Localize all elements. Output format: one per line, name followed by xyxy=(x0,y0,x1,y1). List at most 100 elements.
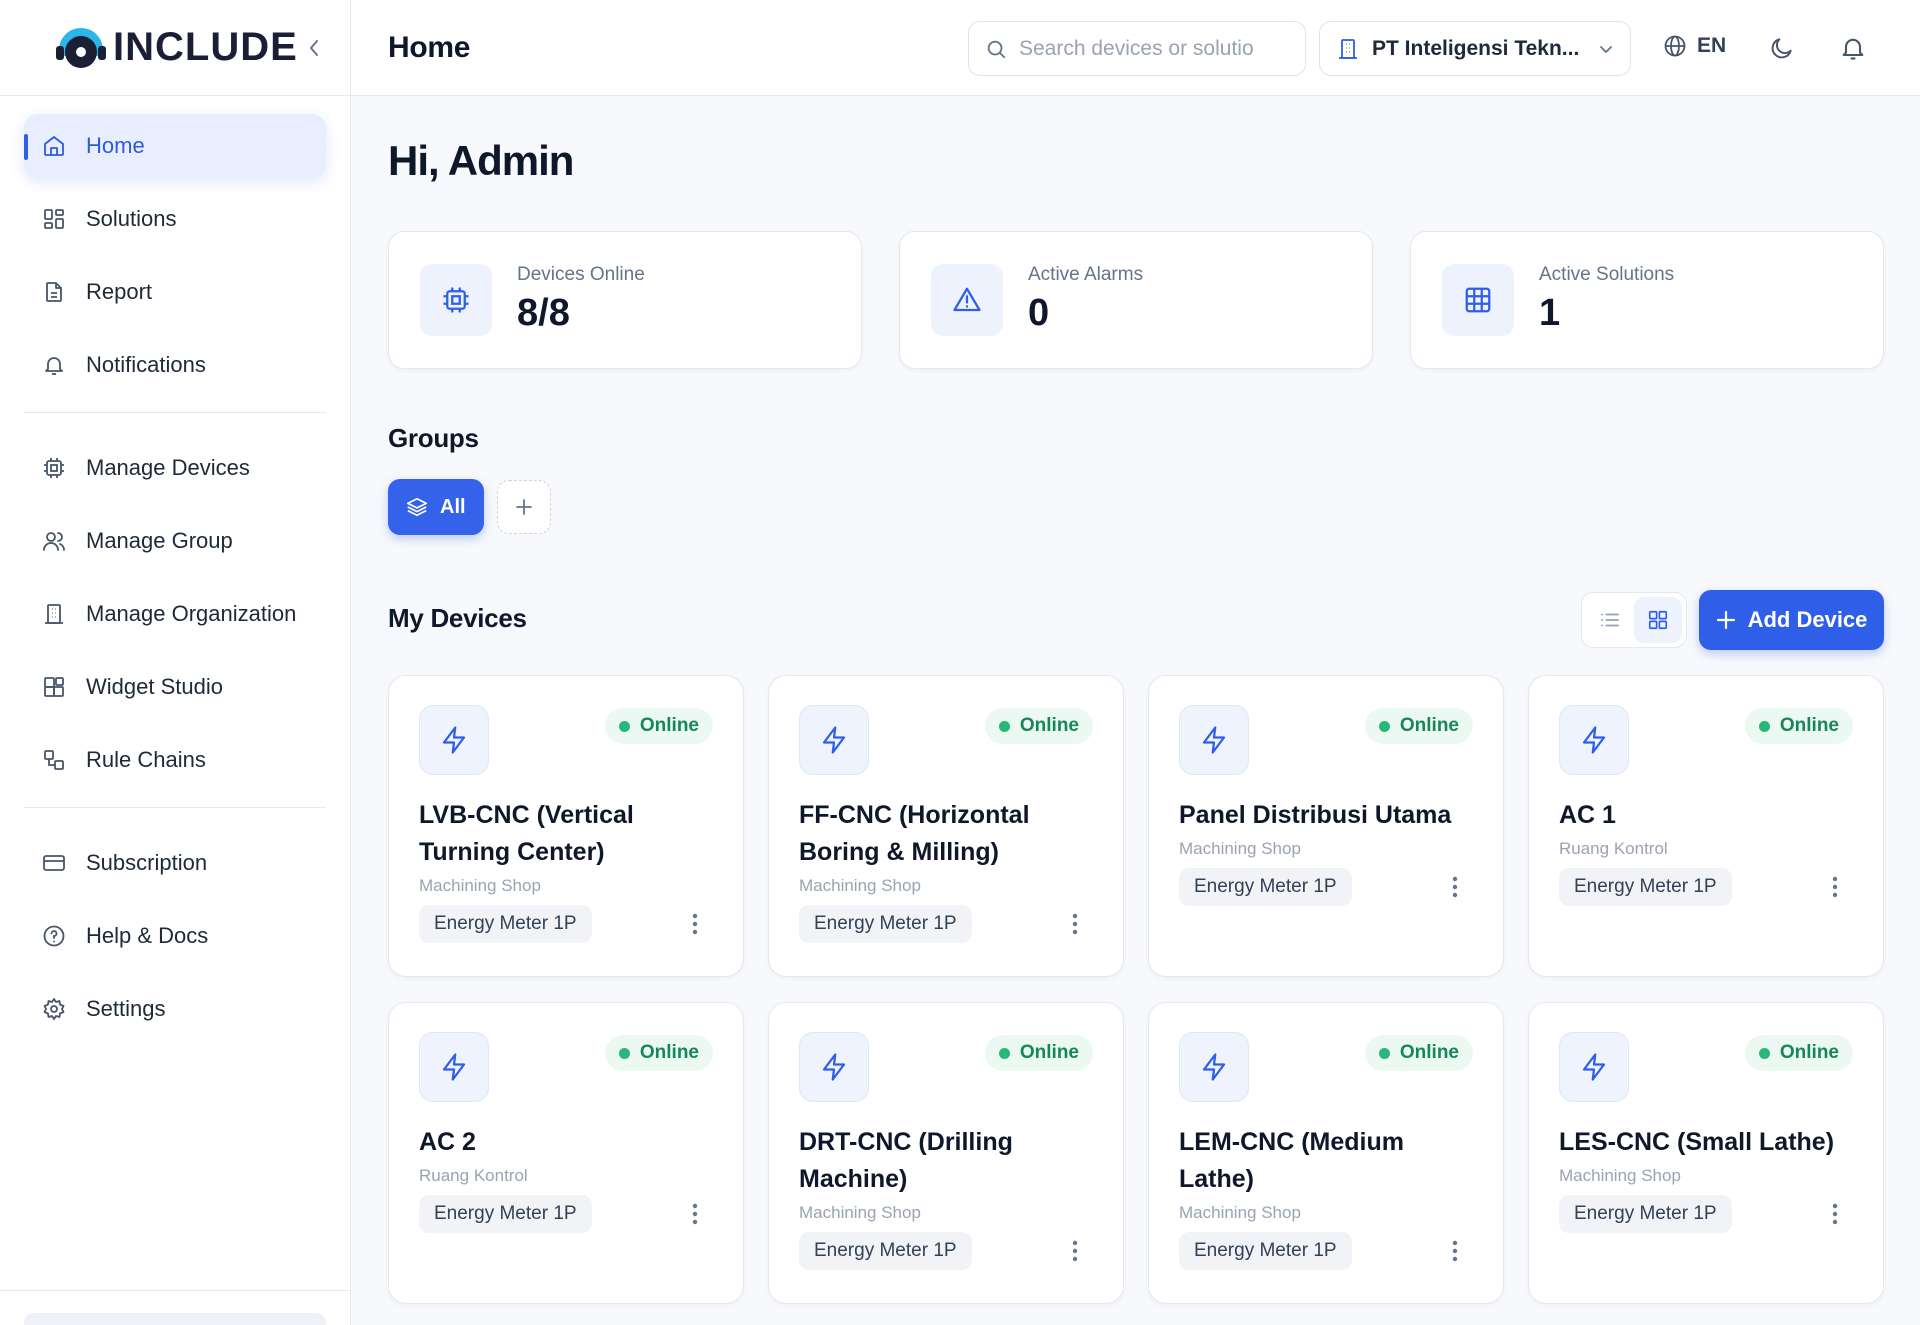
stat-icon xyxy=(931,264,1003,336)
language-label: EN xyxy=(1697,34,1727,57)
list-view-button[interactable] xyxy=(1586,597,1634,643)
sidebar-item-label: Home xyxy=(86,133,145,158)
stat-value: 1 xyxy=(1539,292,1561,334)
add-group-button[interactable] xyxy=(497,480,551,534)
sidebar-item-rule-chains[interactable]: Rule Chains xyxy=(24,728,326,792)
sidebar-item-report[interactable]: Report xyxy=(24,260,326,324)
status-label: Online xyxy=(1399,1042,1459,1063)
sidebar-item-manage-organization[interactable]: Manage Organization xyxy=(24,582,326,646)
device-card[interactable]: Online FF-CNC (Horizontal Boring & Milli… xyxy=(768,675,1124,977)
theme-toggle-button[interactable] xyxy=(1769,35,1795,61)
users-icon xyxy=(43,532,65,551)
device-type-tag: Energy Meter 1P xyxy=(1179,868,1352,906)
nav-divider xyxy=(24,412,326,413)
device-card[interactable]: Online LEM-CNC (Medium Lathe) Machining … xyxy=(1148,1002,1504,1304)
building-icon xyxy=(1339,38,1357,59)
status-badge: Online xyxy=(1744,708,1853,744)
sidebar-item-help-docs[interactable]: Help & Docs xyxy=(24,904,326,968)
device-name: FF-CNC (Horizontal Boring & Milling) xyxy=(799,801,1030,866)
main-content: Hi, Admin Devices Online 8/8 Active Alar… xyxy=(351,97,1920,1325)
status-label: Online xyxy=(639,1042,699,1063)
grid-view-button[interactable] xyxy=(1634,597,1682,643)
sidebar-item-manage-group[interactable]: Manage Group xyxy=(24,509,326,573)
sidebar-item-label: Manage Devices xyxy=(86,455,250,480)
device-type-tag: Energy Meter 1P xyxy=(799,1232,972,1270)
device-more-button[interactable] xyxy=(1451,874,1459,900)
device-type-tag: Energy Meter 1P xyxy=(799,905,972,943)
card-icon xyxy=(43,855,65,871)
sidebar-item-solutions[interactable]: Solutions xyxy=(24,187,326,251)
device-more-button[interactable] xyxy=(1071,1238,1079,1264)
sidebar-nav: Home Solutions Report Notifications Mana… xyxy=(0,96,350,1041)
device-type-tag: Energy Meter 1P xyxy=(1179,1232,1352,1270)
search-box[interactable] xyxy=(968,21,1306,76)
status-label: Online xyxy=(1399,715,1459,736)
lightning-icon xyxy=(822,1053,846,1081)
group-chip-label: All xyxy=(440,495,466,518)
status-badge: Online xyxy=(1364,708,1473,744)
device-icon xyxy=(1179,705,1249,775)
sidebar-item-label: Settings xyxy=(86,996,166,1021)
device-card[interactable]: Online AC 1 Ruang Kontrol Energy Meter 1… xyxy=(1528,675,1884,977)
sidebar-item-label: Notifications xyxy=(86,352,206,377)
device-more-button[interactable] xyxy=(1451,1238,1459,1264)
sidebar-item-label: Manage Organization xyxy=(86,601,297,626)
list-icon xyxy=(1600,613,1620,627)
device-location: Ruang Kontrol xyxy=(419,1166,528,1185)
device-card[interactable]: Online DRT-CNC (Drilling Machine) Machin… xyxy=(768,1002,1124,1304)
device-name: Panel Distribusi Utama xyxy=(1179,801,1452,829)
user-profile-card[interactable] xyxy=(24,1313,326,1325)
sidebar-item-settings[interactable]: Settings xyxy=(24,977,326,1041)
status-dot xyxy=(618,1047,630,1059)
more-vertical-icon xyxy=(1832,876,1838,898)
lightning-icon xyxy=(1202,1053,1226,1081)
alert-triangle-icon xyxy=(953,287,981,312)
device-card[interactable]: Online AC 2 Ruang Kontrol Energy Meter 1… xyxy=(388,1002,744,1304)
status-badge: Online xyxy=(984,708,1093,744)
status-badge: Online xyxy=(1364,1035,1473,1071)
device-more-button[interactable] xyxy=(1071,911,1079,937)
device-more-button[interactable] xyxy=(1831,1201,1839,1227)
device-card[interactable]: Online Panel Distribusi Utama Machining … xyxy=(1148,675,1504,977)
group-chip-all[interactable]: All xyxy=(388,479,484,535)
device-location: Machining Shop xyxy=(1559,1166,1681,1185)
stat-card-devices-online: Devices Online 8/8 xyxy=(388,231,862,369)
more-vertical-icon xyxy=(1072,1240,1078,1262)
collapse-sidebar-button[interactable] xyxy=(302,34,326,62)
lightning-icon xyxy=(1202,726,1226,754)
sidebar-item-subscription[interactable]: Subscription xyxy=(24,831,326,895)
organization-select[interactable]: PT Inteligensi Tekn... xyxy=(1319,21,1631,76)
device-icon xyxy=(419,705,489,775)
status-dot xyxy=(998,1047,1010,1059)
language-switcher[interactable]: EN xyxy=(1663,34,1726,58)
status-badge: Online xyxy=(604,708,713,744)
sidebar-item-label: Rule Chains xyxy=(86,747,206,772)
device-more-button[interactable] xyxy=(691,911,699,937)
help-icon xyxy=(43,925,65,947)
chip-icon xyxy=(443,287,469,313)
sidebar-item-label: Help & Docs xyxy=(86,923,209,948)
device-location: Machining Shop xyxy=(1179,1203,1301,1222)
device-more-button[interactable] xyxy=(1831,874,1839,900)
add-device-button[interactable]: Add Device xyxy=(1699,590,1884,650)
device-card[interactable]: Online LVB-CNC (Vertical Turning Center)… xyxy=(388,675,744,977)
status-badge: Online xyxy=(1744,1035,1853,1071)
globe-icon xyxy=(1664,35,1686,57)
sidebar-item-notifications[interactable]: Notifications xyxy=(24,333,326,397)
search-input[interactable] xyxy=(1019,36,1279,61)
sidebar-item-widget-studio[interactable]: Widget Studio xyxy=(24,655,326,719)
device-type-tag: Energy Meter 1P xyxy=(1559,868,1732,906)
device-more-button[interactable] xyxy=(691,1201,699,1227)
brand-logo-icon xyxy=(56,27,106,68)
brand-name: INCLUDE xyxy=(113,25,298,69)
widget-icon xyxy=(44,677,64,697)
device-card[interactable]: Online LES-CNC (Small Lathe) Machining S… xyxy=(1528,1002,1884,1304)
sidebar-item-manage-devices[interactable]: Manage Devices xyxy=(24,436,326,500)
status-label: Online xyxy=(1779,1042,1839,1063)
view-toggle xyxy=(1581,592,1687,648)
notifications-button[interactable] xyxy=(1839,34,1867,62)
lightning-icon xyxy=(442,726,466,754)
sidebar-item-home[interactable]: Home xyxy=(24,114,326,178)
status-label: Online xyxy=(1019,715,1079,736)
brand: INCLUDE xyxy=(0,0,350,96)
